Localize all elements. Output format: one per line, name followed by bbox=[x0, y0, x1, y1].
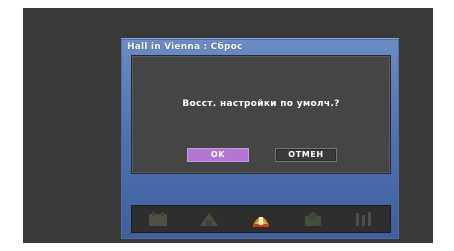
preset-hall-icon[interactable] bbox=[250, 210, 272, 228]
preset-bar bbox=[131, 205, 391, 233]
ok-button[interactable]: OK bbox=[187, 148, 249, 162]
cancel-button[interactable]: ОТМЕН bbox=[275, 148, 337, 162]
window-title: Hall in Vienna : Сброс bbox=[127, 42, 243, 52]
preset-1-icon[interactable] bbox=[147, 210, 169, 228]
preset-4-icon[interactable] bbox=[302, 210, 324, 228]
dialog-message: Восст. настройки по умолч.? bbox=[182, 99, 340, 109]
reset-dialog: Восст. настройки по умолч.? OK ОТМЕН bbox=[131, 55, 391, 174]
preset-2-icon[interactable] bbox=[198, 210, 220, 228]
screen-background: Hall in Vienna : Сброс Восст. настройки … bbox=[23, 8, 433, 243]
preset-5-icon[interactable] bbox=[353, 210, 375, 228]
settings-window: Hall in Vienna : Сброс Восст. настройки … bbox=[121, 38, 399, 239]
